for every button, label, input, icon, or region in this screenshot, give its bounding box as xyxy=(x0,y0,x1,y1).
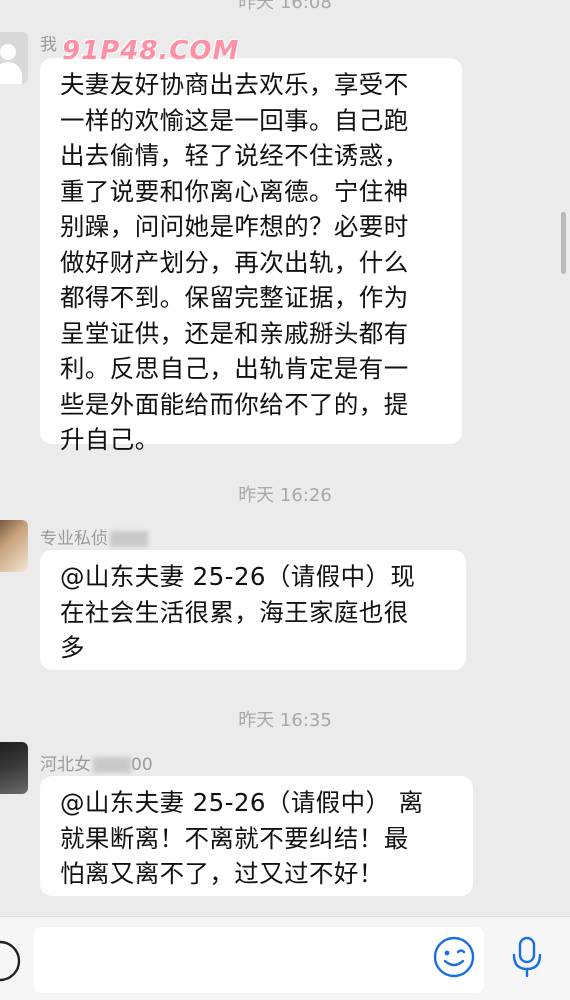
message-bubble[interactable]: @山东夫妻 25-26（请假中）现 在社会生活很累，海王家庭也很 多 xyxy=(40,550,466,670)
message-line: 重了说要和你离心离德。宁住神 xyxy=(60,176,409,206)
timestamp: 昨天 16:26 xyxy=(238,485,332,506)
avatar[interactable] xyxy=(0,32,28,84)
message-line: 都得不到。保留完整证据，作为 xyxy=(60,283,409,312)
message-bubble[interactable]: @山东夫妻 25-26（请假中） 离 就果断离！不离就不要纠结！最 怕离又离不了… xyxy=(40,776,473,896)
message-line: 夫妻友好协商出去欢乐，享受不 xyxy=(60,70,409,99)
voice-toggle-icon[interactable] xyxy=(0,939,22,987)
message-bubble[interactable]: 夫妻友好协商出去欢乐，享受不 一样的欢愉这是一回事。自己跑 出去偷情，轻了说经不… xyxy=(40,58,462,454)
message-line: 怕离又离不了，过又过不好！ xyxy=(60,859,384,888)
sender-name: 河北女 00 xyxy=(40,755,153,775)
timestamp: 昨天 16:08 xyxy=(238,0,332,13)
sender-name: 我 xyxy=(40,35,57,55)
message-line: 利。反思自己，出轨肯定是有一 xyxy=(60,354,409,383)
avatar-placeholder-icon xyxy=(0,44,16,60)
sender-name: 专业私侦 xyxy=(40,524,148,549)
input-bar xyxy=(0,916,570,1000)
timestamp: 昨天 16:35 xyxy=(238,710,332,731)
redacted-mask xyxy=(93,757,131,773)
message-line: 别躁，问问她是咋想的？必要时 xyxy=(60,212,409,241)
message-line: 多 xyxy=(60,633,85,662)
message-line: 一样的欢愉这是一回事。自己跑 xyxy=(60,105,409,135)
avatar[interactable] xyxy=(0,520,28,572)
microphone-icon[interactable] xyxy=(510,935,544,983)
message-line: 做好财产划分，再次出轨，什么 xyxy=(60,247,409,277)
emoji-icon[interactable] xyxy=(432,935,476,983)
redacted-mask xyxy=(110,531,148,547)
watermark-logo: 91P48.COM xyxy=(62,36,240,66)
message-line: 升自己。 xyxy=(60,425,160,454)
avatar[interactable] xyxy=(0,742,28,794)
message-line: 呈堂证供，还是和亲戚掰头都有 xyxy=(60,318,409,348)
message-line: 些是外面能给而你给不了的，提 xyxy=(60,389,409,419)
scrollbar[interactable] xyxy=(561,212,566,274)
message-line: 在社会生活很累，海王家庭也很 xyxy=(60,597,409,627)
message-line: @山东夫妻 25-26（请假中） 离 xyxy=(60,788,424,817)
message-line: @山东夫妻 25-26（请假中）现 xyxy=(60,562,416,591)
message-line: 就果断离！不离就不要纠结！最 xyxy=(60,823,409,853)
message-input[interactable] xyxy=(34,927,484,993)
message-line: 出去偷情，轻了说经不住诱惑， xyxy=(60,141,409,170)
